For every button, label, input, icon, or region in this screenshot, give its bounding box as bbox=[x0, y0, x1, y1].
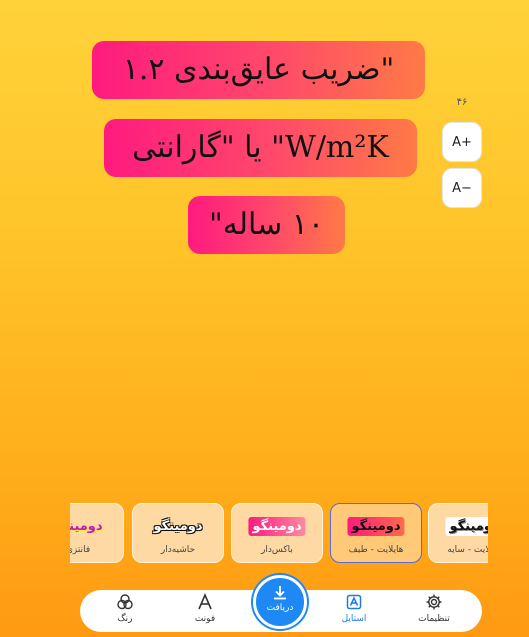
font-size-readout: ۴۶ bbox=[456, 97, 468, 108]
style-label: هایلایت - طیف bbox=[348, 545, 404, 555]
style-icon bbox=[324, 593, 384, 611]
style-sample: دومینگو bbox=[153, 519, 203, 534]
style-label: باکس‌دار bbox=[261, 545, 293, 555]
download-icon bbox=[256, 584, 304, 602]
style-sample: دومینگو bbox=[347, 517, 405, 536]
style-label: حاشیه‌دار bbox=[160, 545, 196, 555]
decrease-font-size-button[interactable]: A− bbox=[442, 168, 482, 208]
style-card-highlight-shadow[interactable]: دومینگو هایلایت - سایه bbox=[428, 503, 488, 563]
style-label: هایلایت - سایه bbox=[447, 545, 488, 555]
font-icon bbox=[175, 592, 235, 611]
gear-icon bbox=[404, 593, 464, 611]
nav-settings[interactable]: تنظیمات bbox=[404, 593, 464, 629]
headline-line-2: W/m²K" یا "گارانتی bbox=[104, 119, 417, 177]
nav-font-label: فونت bbox=[194, 614, 216, 624]
style-label: فانتزی bbox=[70, 545, 91, 555]
style-carousel[interactable]: دومینگو هایلایت - سایه دومینگو هایلایت -… bbox=[70, 503, 488, 563]
style-card-outlined[interactable]: دومینگو حاشیه‌دار bbox=[132, 503, 224, 563]
style-sample: دومینگو bbox=[445, 517, 488, 536]
style-card-highlight-gradient[interactable]: دومینگو هایلایت - طیف bbox=[330, 503, 422, 563]
nav-settings-label: تنظیمات bbox=[418, 614, 450, 624]
download-button[interactable]: دریافت bbox=[253, 575, 307, 629]
headline-line-1: "ضریب عایق‌بندی ۱.۲ bbox=[92, 41, 425, 99]
style-sample: دومینگو bbox=[248, 517, 306, 536]
nav-color[interactable]: رنگ bbox=[95, 593, 155, 629]
nav-style[interactable]: استایل bbox=[324, 593, 384, 629]
nav-font[interactable]: فونت bbox=[175, 592, 235, 629]
download-label: دریافت bbox=[266, 603, 294, 613]
color-circles-icon bbox=[95, 593, 155, 611]
nav-color-label: رنگ bbox=[117, 614, 133, 624]
style-sample: دومینگو bbox=[70, 519, 103, 534]
style-card-boxed[interactable]: دومینگو باکس‌دار bbox=[231, 503, 323, 563]
style-card-fantasy[interactable]: دومینگو فانتزی bbox=[70, 503, 124, 563]
increase-font-size-button[interactable]: A+ bbox=[442, 122, 482, 162]
nav-style-label: استایل bbox=[341, 614, 367, 624]
headline-line-3: ۱۰ ساله" bbox=[188, 196, 345, 254]
